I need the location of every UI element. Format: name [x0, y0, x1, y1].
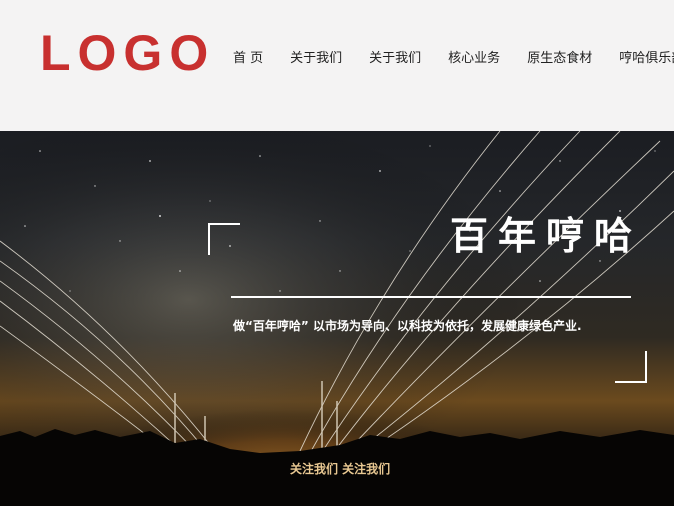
nav-item-about-2[interactable]: 关于我们 [369, 47, 421, 66]
nav-item-ingredients[interactable]: 原生态食材 [527, 47, 592, 66]
hero-divider [231, 296, 631, 298]
logo[interactable]: LOGO [40, 27, 215, 79]
main-nav: 首 页 关于我们 关于我们 核心业务 原生态食材 哼哈俱乐部 [233, 46, 674, 66]
nav-item-about[interactable]: 关于我们 [290, 47, 342, 66]
nav-item-club[interactable]: 哼哈俱乐部 [619, 47, 674, 66]
hero-title: 百年哼哈 [449, 214, 642, 258]
hero-banner: 百年哼哈 做“百年哼哈” 以市场为导向、以科技为依托，发展健康绿色产业. 关注我… [0, 131, 674, 506]
follow-us-link[interactable]: 关注我们 关注我们 [290, 460, 390, 477]
site-header: LOGO 首 页 关于我们 关于我们 核心业务 原生态食材 哼哈俱乐部 [0, 0, 674, 131]
nav-item-home[interactable]: 首 页 [233, 47, 263, 66]
corner-bracket-bottom-right [615, 351, 647, 383]
hero-subtitle: 做“百年哼哈” 以市场为导向、以科技为依托，发展健康绿色产业. [233, 319, 582, 333]
corner-bracket-top-left [208, 223, 240, 255]
nav-item-core-business[interactable]: 核心业务 [448, 47, 500, 66]
